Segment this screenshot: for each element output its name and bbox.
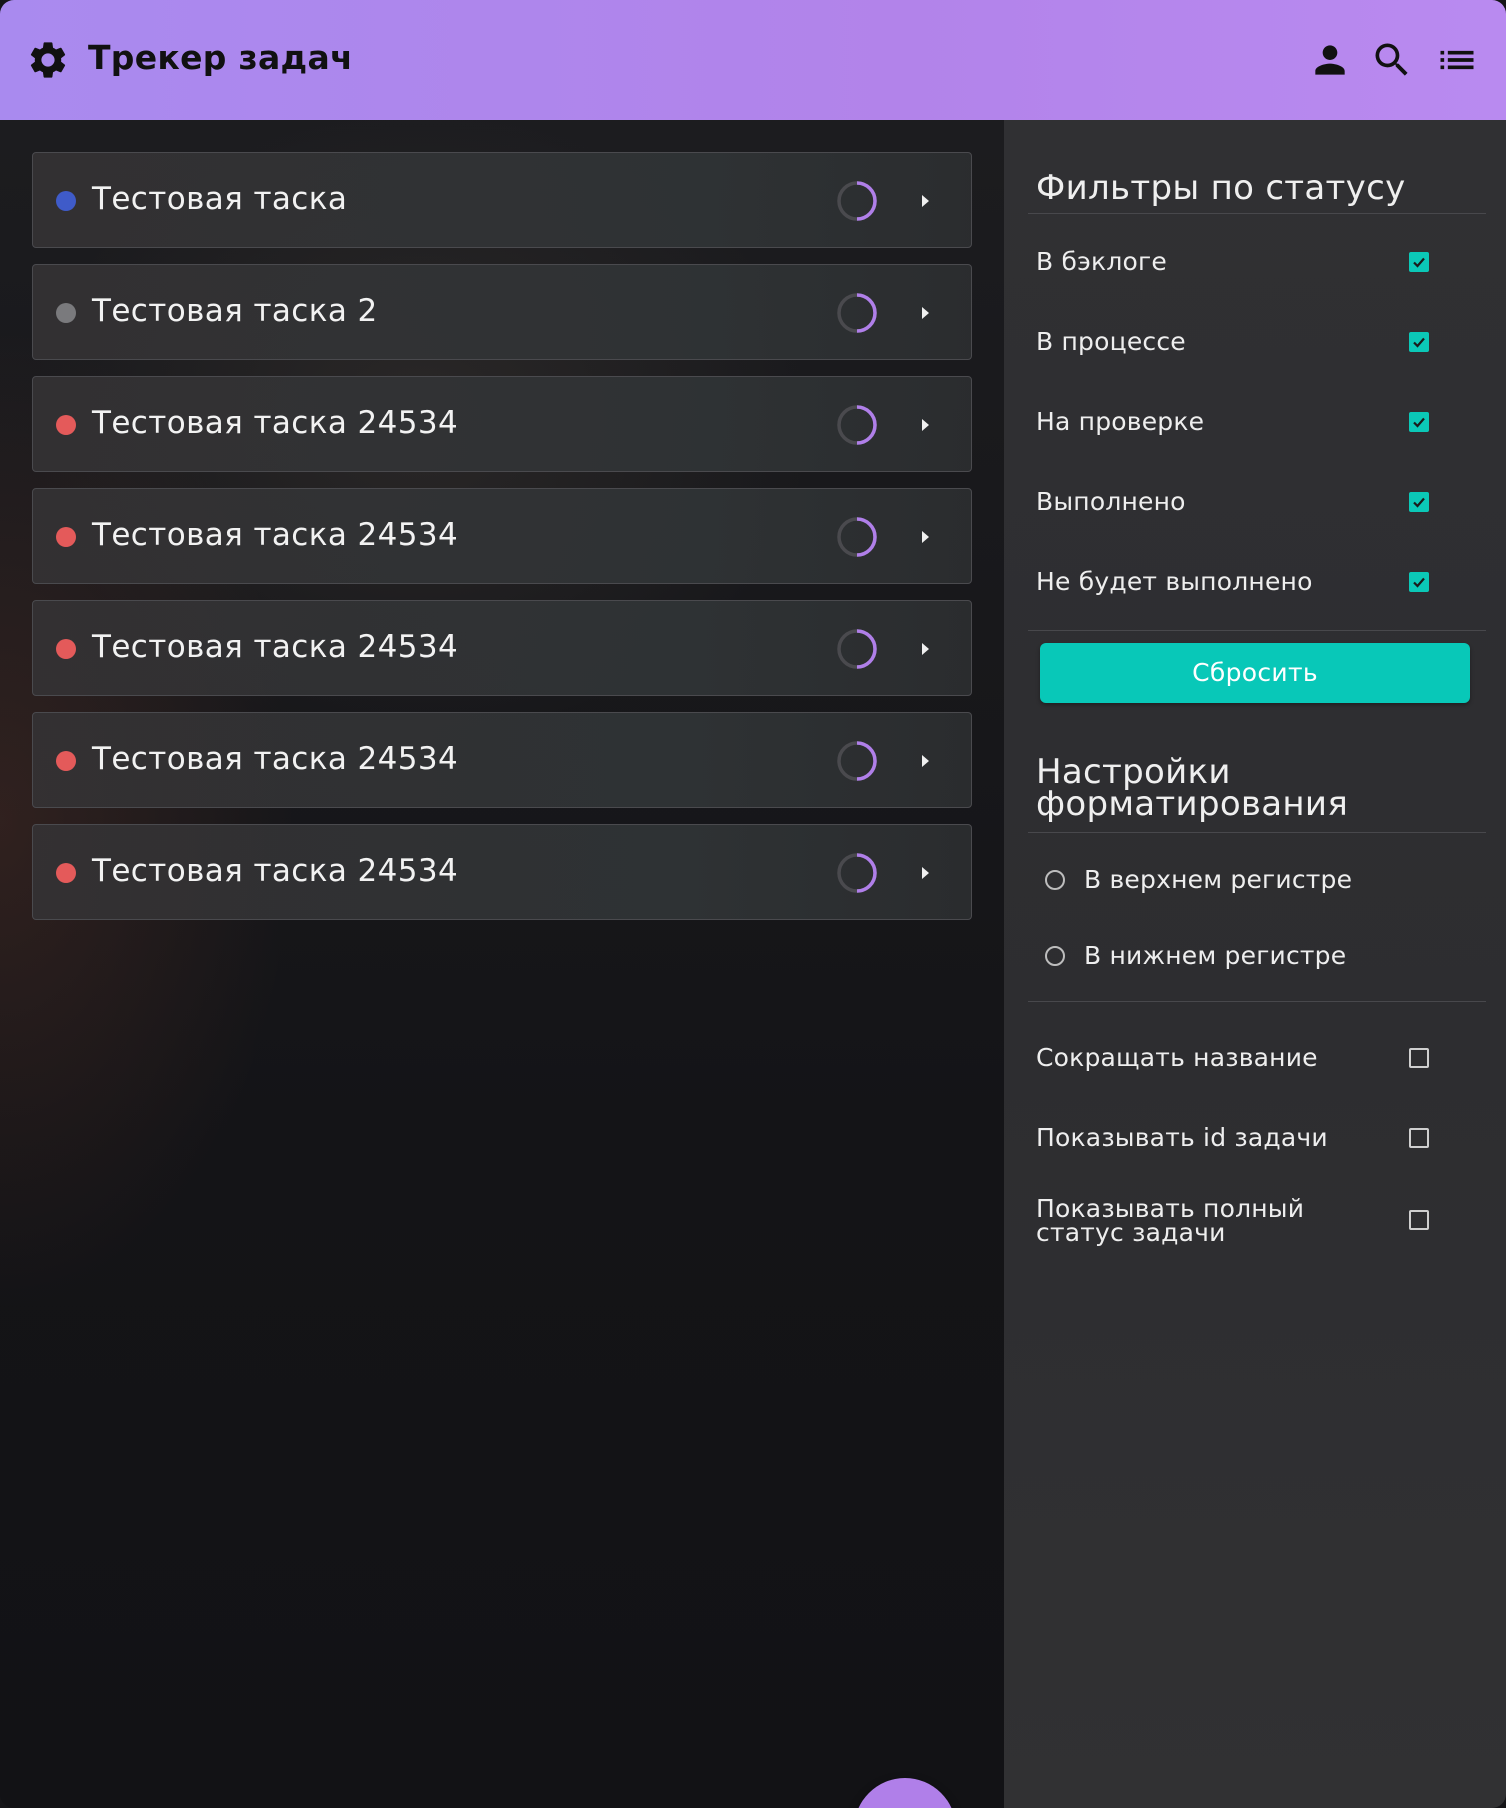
task-name: Тестовая таска 24534: [92, 629, 459, 665]
task-item[interactable]: Тестовая таска 24534: [32, 600, 972, 696]
filter-in-progress-label: В процессе: [1036, 327, 1186, 356]
lowercase-radio[interactable]: [1045, 946, 1065, 966]
task-name: Тестовая таска 24534: [92, 853, 459, 889]
expand-arrow-icon[interactable]: [913, 301, 937, 325]
expand-arrow-icon[interactable]: [913, 525, 937, 549]
task-item[interactable]: Тестовая таска: [32, 152, 972, 248]
progress-spinner-icon: [837, 181, 877, 221]
shorten-name-label: Сокращать название: [1036, 1043, 1318, 1072]
divider: [1028, 1001, 1486, 1002]
settings-panel: Фильтры по статусу В бэклоге В процессе …: [1004, 120, 1506, 1808]
filter-review-checkbox[interactable]: [1409, 412, 1429, 432]
filter-wont-do-checkbox[interactable]: [1409, 572, 1429, 592]
task-item[interactable]: Тестовая таска 24534: [32, 824, 972, 920]
show-id-label: Показывать id задачи: [1036, 1123, 1328, 1152]
task-list-pane: Тестовая таска Тестовая таска 2 Тестовая т…: [0, 120, 1004, 1808]
task-name: Тестовая таска 24534: [92, 405, 459, 441]
status-dot: [56, 303, 76, 323]
task-item[interactable]: Тестовая таска 24534: [32, 376, 972, 472]
app-window: Трекер задач Тестовая таска Тестовая таск…: [0, 0, 1506, 1808]
task-name: Тестовая таска: [92, 181, 348, 217]
progress-spinner-icon: [837, 853, 877, 893]
check-icon: [1413, 577, 1425, 588]
show-id-checkbox[interactable]: [1409, 1128, 1429, 1148]
expand-arrow-icon[interactable]: [913, 413, 937, 437]
filter-review-label: На проверке: [1036, 407, 1205, 436]
status-dot: [56, 415, 76, 435]
expand-arrow-icon[interactable]: [913, 749, 937, 773]
app-title: Трекер задач: [88, 38, 354, 77]
reset-button[interactable]: Сбросить: [1040, 643, 1470, 703]
divider: [1028, 213, 1486, 214]
progress-spinner-icon: [837, 741, 877, 781]
filters-title: Фильтры по статусу: [1036, 168, 1406, 208]
task-name: Тестовая таска 24534: [92, 741, 459, 777]
task-name: Тестовая таска 24534: [92, 517, 459, 553]
progress-spinner-icon: [837, 405, 877, 445]
task-item[interactable]: Тестовая таска 24534: [32, 712, 972, 808]
check-icon: [1413, 337, 1425, 348]
expand-arrow-icon[interactable]: [913, 637, 937, 661]
filter-wont-do-label: Не будет выполнено: [1036, 567, 1313, 596]
filter-backlog-checkbox[interactable]: [1409, 252, 1429, 272]
uppercase-radio-label: В верхнем регистре: [1084, 865, 1353, 894]
check-icon: [1413, 497, 1425, 508]
check-icon: [1413, 417, 1425, 428]
task-item[interactable]: Тестовая таска 2: [32, 264, 972, 360]
check-icon: [1413, 257, 1425, 268]
shorten-name-checkbox[interactable]: [1409, 1048, 1429, 1068]
uppercase-radio[interactable]: [1045, 870, 1065, 890]
user-icon[interactable]: [1308, 38, 1352, 82]
status-dot: [56, 751, 76, 771]
expand-arrow-icon[interactable]: [913, 189, 937, 213]
add-task-button[interactable]: [854, 1778, 956, 1808]
show-full-status-checkbox[interactable]: [1409, 1210, 1429, 1230]
status-dot: [56, 527, 76, 547]
filter-done-checkbox[interactable]: [1409, 492, 1429, 512]
divider: [1028, 832, 1486, 833]
task-name: Тестовая таска 2: [92, 293, 378, 329]
status-dot: [56, 191, 76, 211]
search-icon[interactable]: [1370, 38, 1414, 82]
expand-arrow-icon[interactable]: [913, 861, 937, 885]
divider: [1028, 630, 1486, 631]
show-full-status-label-line2: статус задачи: [1036, 1218, 1226, 1247]
filter-done-label: Выполнено: [1036, 487, 1186, 516]
status-dot: [56, 863, 76, 883]
filter-in-progress-checkbox[interactable]: [1409, 332, 1429, 352]
formatting-title-line2: форматирования: [1036, 784, 1349, 824]
gear-icon[interactable]: [26, 38, 70, 82]
status-dot: [56, 639, 76, 659]
filter-backlog-label: В бэклоге: [1036, 247, 1167, 276]
task-item[interactable]: Тестовая таска 24534: [32, 488, 972, 584]
progress-spinner-icon: [837, 517, 877, 557]
lowercase-radio-label: В нижнем регистре: [1084, 941, 1347, 970]
app-header: Трекер задач: [0, 0, 1506, 120]
progress-spinner-icon: [837, 629, 877, 669]
progress-spinner-icon: [837, 293, 877, 333]
list-icon[interactable]: [1435, 38, 1479, 82]
